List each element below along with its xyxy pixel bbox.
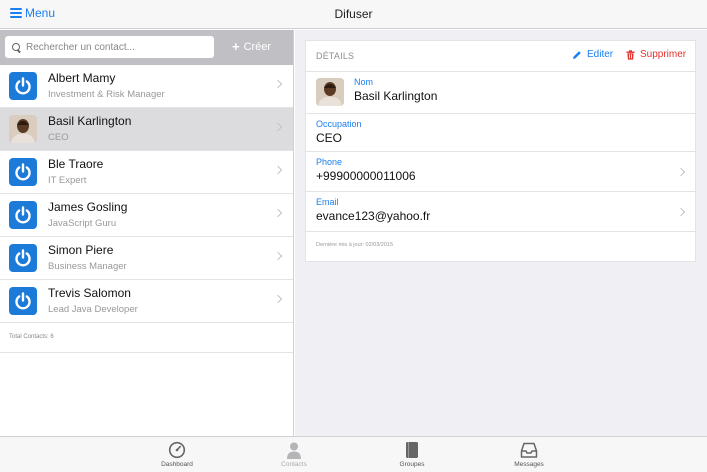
total-contacts: Total Contacts: 6: [0, 323, 293, 353]
contact-name: James Gosling: [48, 200, 128, 214]
contact-role: IT Expert: [48, 175, 87, 186]
chevron-right-icon: [273, 165, 283, 175]
delete-button[interactable]: Supprimer: [626, 49, 686, 60]
contact-role: Investment & Risk Manager: [48, 89, 165, 100]
contact-role: JavaScript Guru: [48, 218, 117, 229]
field-value: evance123@yahoo.fr: [316, 209, 431, 223]
field-label: Email: [316, 197, 339, 207]
chevron-right-icon: [273, 122, 283, 132]
pencil-icon: [573, 50, 581, 59]
power-icon: [9, 244, 37, 272]
last-updated: Dernière mis à jour: 02/03/2015: [316, 242, 394, 248]
field-value: +99900000011006: [316, 169, 416, 183]
delete-label: Supprimer: [640, 49, 687, 60]
detail-row-occupation: Occupation CEO: [306, 114, 695, 152]
trash-icon: [626, 49, 635, 60]
chevron-right-icon: [273, 208, 283, 218]
inbox-icon: [520, 442, 538, 458]
power-icon: [9, 201, 37, 229]
detail-row-phone[interactable]: Phone +99900000011006: [306, 152, 695, 192]
details-section-label: DÉTAILS: [316, 51, 355, 61]
chevron-right-icon: [676, 167, 686, 177]
detail-row-name: Nom Basil Karlington: [306, 72, 695, 114]
tab-label: Messages: [514, 461, 544, 468]
tab-messages[interactable]: Messages: [499, 441, 559, 468]
tab-contacts[interactable]: Contacts: [264, 441, 324, 468]
contact-role: CEO: [48, 132, 69, 143]
search-input[interactable]: [26, 41, 206, 53]
create-contact-button[interactable]: + Créer: [232, 39, 272, 54]
field-label: Nom: [354, 77, 374, 87]
power-icon: [9, 158, 37, 186]
tab-label: Groupes: [399, 461, 425, 468]
contact-name: Basil Karlington: [48, 114, 132, 128]
contact-name: Simon Piere: [48, 243, 114, 257]
field-value: CEO: [316, 131, 343, 145]
contact-role: Lead Java Developer: [48, 304, 138, 315]
contact-row[interactable]: Trevis Salomon Lead Java Developer: [0, 280, 293, 323]
chevron-right-icon: [273, 251, 283, 261]
contact-name: Albert Mamy: [48, 71, 116, 85]
tab-label: Dashboard: [161, 461, 193, 468]
chevron-right-icon: [676, 207, 686, 217]
app-title: Difuser: [334, 7, 373, 21]
contact-name: Ble Traore: [48, 157, 104, 171]
chevron-right-icon: [273, 79, 283, 89]
tab-groupes[interactable]: Groupes: [382, 441, 442, 468]
contact-row[interactable]: Simon Piere Business Manager: [0, 237, 293, 280]
book-icon: [406, 442, 418, 458]
create-label: Créer: [243, 41, 272, 53]
edit-button[interactable]: Editer: [572, 49, 613, 60]
contact-row[interactable]: Albert Mamy Investment & Risk Manager: [0, 65, 293, 108]
contact-photo-avatar: [316, 78, 344, 106]
search-bar: + Créer: [0, 30, 293, 65]
contact-row[interactable]: Ble Traore IT Expert: [0, 151, 293, 194]
tab-bar: Dashboard Contacts Groupes Messages: [0, 436, 707, 472]
person-icon: [287, 442, 301, 459]
contact-photo-avatar: [9, 115, 37, 143]
dashboard-icon: [168, 441, 186, 459]
edit-label: Editer: [587, 49, 614, 60]
contacts-pane: + Créer Albert Mamy Investment & Risk Ma…: [0, 30, 294, 436]
field-label: Phone: [316, 157, 343, 167]
field-label: Occupation: [316, 119, 362, 129]
search-field[interactable]: [5, 36, 214, 58]
details-pane: DÉTAILS Editer Supprimer Nom Basil Karli…: [295, 30, 707, 436]
details-header: DÉTAILS Editer Supprimer: [306, 41, 695, 72]
details-card: DÉTAILS Editer Supprimer Nom Basil Karli…: [305, 40, 696, 262]
chevron-right-icon: [273, 294, 283, 304]
contact-name: Trevis Salomon: [48, 286, 131, 300]
contact-row-selected[interactable]: Basil Karlington CEO: [0, 108, 293, 151]
power-icon: [9, 72, 37, 100]
plus-icon: +: [232, 39, 240, 54]
power-icon: [9, 287, 37, 315]
tab-dashboard[interactable]: Dashboard: [147, 441, 207, 468]
tab-label: Contacts: [281, 461, 307, 468]
search-icon: [12, 42, 21, 52]
contact-role: Business Manager: [48, 261, 127, 272]
detail-row-email[interactable]: Email evance123@yahoo.fr: [306, 192, 695, 232]
field-value: Basil Karlington: [354, 89, 438, 103]
contact-row[interactable]: James Gosling JavaScript Guru: [0, 194, 293, 237]
top-bar: Menu Difuser: [0, 0, 707, 29]
